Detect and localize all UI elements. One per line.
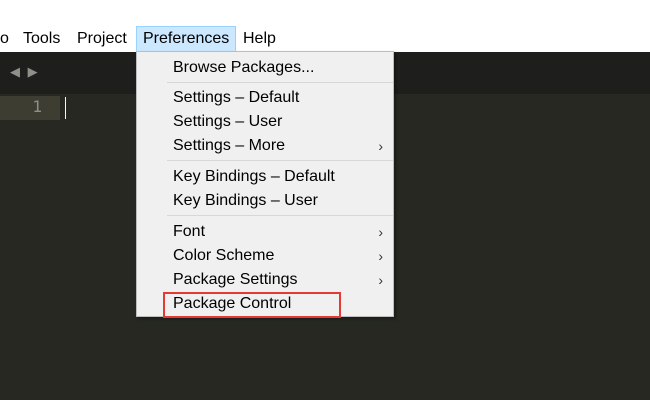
menu-item-label: Color Scheme — [173, 247, 275, 264]
menu-preferences[interactable]: Preferences — [136, 26, 237, 52]
menu-item-settings-default[interactable]: Settings – Default — [137, 86, 393, 110]
menu-separator — [167, 160, 393, 161]
menu-separator — [167, 82, 393, 83]
submenu-arrow-icon: › — [378, 248, 383, 264]
menu-item-browse-packages[interactable]: Browse Packages... — [137, 56, 393, 80]
menu-item-package-settings[interactable]: Package Settings › — [137, 268, 393, 292]
menu-separator — [167, 215, 393, 216]
gutter-current-line: 1 — [0, 96, 60, 120]
menu-item-key-bindings-default[interactable]: Key Bindings – Default — [137, 165, 393, 189]
highlight-annotation-box — [163, 292, 341, 318]
menu-item-key-bindings-user[interactable]: Key Bindings – User — [137, 189, 393, 213]
menu-item-label: Key Bindings – User — [173, 192, 318, 209]
menu-item-color-scheme[interactable]: Color Scheme › — [137, 244, 393, 268]
menu-help[interactable]: Help — [243, 27, 276, 51]
menu-item-label: Browse Packages... — [173, 59, 315, 76]
preferences-dropdown: Browse Packages... Settings – Default Se… — [136, 51, 394, 317]
menu-go[interactable]: o — [0, 27, 9, 51]
menu-item-label: Settings – More — [173, 137, 286, 154]
menu-item-settings-more[interactable]: Settings – More › — [137, 134, 393, 158]
menu-bar: o Tools Project Preferences Help — [0, 0, 650, 52]
submenu-arrow-icon: › — [378, 272, 383, 288]
tab-nav-arrows-icon[interactable]: ◀ ▶ — [10, 64, 40, 80]
text-cursor — [65, 97, 66, 119]
menu-tools[interactable]: Tools — [23, 27, 60, 51]
menu-item-label: Settings – User — [173, 113, 283, 130]
menu-item-label: Key Bindings – Default — [173, 168, 335, 185]
menu-item-settings-user[interactable]: Settings – User — [137, 110, 393, 134]
menu-item-font[interactable]: Font › — [137, 220, 393, 244]
submenu-arrow-icon: › — [378, 138, 383, 154]
submenu-arrow-icon: › — [378, 224, 383, 240]
line-number: 1 — [32, 97, 42, 116]
menu-item-label: Settings – Default — [173, 89, 300, 106]
menu-item-label: Font — [173, 223, 206, 240]
menu-item-label: Package Settings — [173, 271, 298, 288]
menu-project[interactable]: Project — [77, 27, 127, 51]
